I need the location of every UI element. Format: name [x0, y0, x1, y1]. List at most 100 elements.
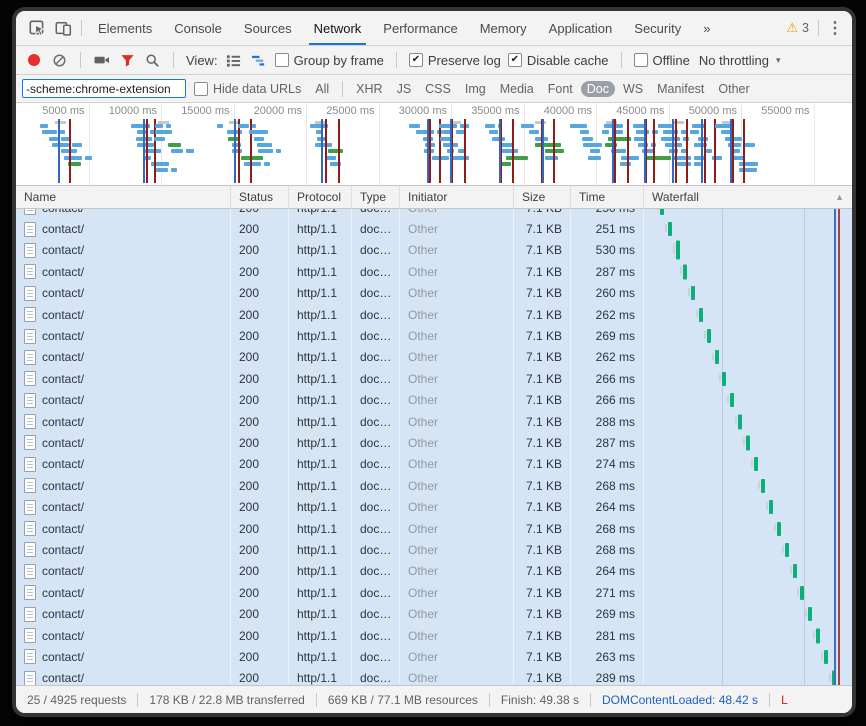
column-header-protocol[interactable]: Protocol: [289, 186, 352, 208]
protocol-cell: http/1.1: [289, 603, 352, 624]
table-row[interactable]: contact/ 200 http/1.1 doc… Other 7.1 KB …: [16, 432, 852, 453]
overview-request-bar: [489, 130, 498, 134]
column-header-name[interactable]: Name: [16, 186, 231, 208]
device-toolbar-icon[interactable]: [50, 15, 76, 41]
table-row[interactable]: contact/ 200 http/1.1 doc… Other 7.1 KB …: [16, 625, 852, 646]
table-row[interactable]: contact/ 200 http/1.1 doc… Other 7.1 KB …: [16, 668, 852, 685]
waterfall-cell: [644, 454, 852, 475]
group-by-frame-checkbox[interactable]: Group by frame: [275, 53, 384, 68]
filter-type-xhr[interactable]: XHR: [350, 81, 388, 97]
warning-badge[interactable]: ⚠ 3: [782, 20, 813, 36]
overview-request-bar: [42, 130, 57, 134]
table-row[interactable]: contact/ 200 http/1.1 doc… Other 7.1 KB …: [16, 304, 852, 325]
overview-request-bar: [694, 156, 705, 160]
protocol-cell: http/1.1: [289, 582, 352, 603]
table-row[interactable]: contact/ 200 http/1.1 doc… Other 7.1 KB …: [16, 283, 852, 304]
time-cell: 289 ms: [571, 668, 644, 685]
record-button[interactable]: [25, 51, 43, 69]
table-row[interactable]: contact/ 200 http/1.1 doc… Other 7.1 KB …: [16, 347, 852, 368]
filter-type-font[interactable]: Font: [542, 81, 579, 97]
table-row[interactable]: contact/ 200 http/1.1 doc… Other 7.1 KB …: [16, 368, 852, 389]
protocol-cell: http/1.1: [289, 347, 352, 368]
column-header-waterfall[interactable]: Waterfall▲: [644, 186, 852, 208]
type-cell: doc…: [352, 240, 400, 261]
table-row[interactable]: contact/ 200 http/1.1 doc… Other 7.1 KB …: [16, 218, 852, 239]
table-row[interactable]: contact/ 200 http/1.1 doc… Other 7.1 KB …: [16, 539, 852, 560]
tab-more[interactable]: »: [692, 12, 721, 45]
search-icon[interactable]: [143, 51, 161, 69]
table-row[interactable]: contact/ 200 http/1.1 doc… Other 7.1 KB …: [16, 496, 852, 517]
filter-type-doc[interactable]: Doc: [581, 81, 615, 97]
time-cell: 274 ms: [571, 454, 644, 475]
tab-console[interactable]: Console: [163, 12, 233, 45]
tab-network[interactable]: Network: [303, 12, 373, 45]
table-row[interactable]: contact/ 200 http/1.1 doc… Other 7.1 KB …: [16, 603, 852, 624]
offline-checkbox[interactable]: Offline: [634, 53, 690, 68]
table-row[interactable]: contact/ 200 http/1.1 doc… Other 7.1 KB …: [16, 454, 852, 475]
tab-extras: ⚠ 3 ⋮: [782, 18, 852, 38]
filter-type-ws[interactable]: WS: [617, 81, 649, 97]
protocol-cell: http/1.1: [289, 475, 352, 496]
table-row[interactable]: contact/ 200 http/1.1 doc… Other 7.1 KB …: [16, 475, 852, 496]
disable-cache-checkbox[interactable]: ✔ Disable cache: [508, 53, 609, 68]
list-view-icon[interactable]: [225, 51, 243, 69]
checkbox-unchecked-icon: [275, 53, 289, 67]
protocol-cell: http/1.1: [289, 411, 352, 432]
waterfall-view-icon[interactable]: [250, 51, 268, 69]
filter-type-all[interactable]: All: [309, 81, 335, 97]
filter-icon[interactable]: [118, 51, 136, 69]
column-header-time[interactable]: Time: [571, 186, 644, 208]
table-row[interactable]: contact/ 200 http/1.1 doc… Other 7.1 KB …: [16, 646, 852, 667]
tab-security[interactable]: Security: [623, 12, 692, 45]
tab-application[interactable]: Application: [538, 12, 624, 45]
name-cell: contact/: [16, 603, 231, 624]
filter-type-img[interactable]: Img: [459, 81, 492, 97]
throttling-select[interactable]: No throttling ▾: [699, 53, 781, 68]
tab-elements[interactable]: Elements: [87, 12, 163, 45]
type-cell: doc…: [352, 518, 400, 539]
table-row[interactable]: contact/ 200 http/1.1 doc… Other 7.1 KB …: [16, 325, 852, 346]
filter-type-media[interactable]: Media: [494, 81, 540, 97]
table-row[interactable]: contact/ 200 http/1.1 doc… Other 7.1 KB …: [16, 582, 852, 603]
column-header-initiator[interactable]: Initiator: [400, 186, 514, 208]
size-cell: 7.1 KB: [514, 668, 571, 685]
request-name: contact/: [42, 329, 84, 343]
column-header-status[interactable]: Status: [231, 186, 289, 208]
initiator-cell: Other: [400, 304, 514, 325]
filter-type-other[interactable]: Other: [712, 81, 755, 97]
screenshot-camera-icon[interactable]: [93, 51, 111, 69]
filter-type-js[interactable]: JS: [391, 81, 418, 97]
overview-frame-dash: [55, 121, 66, 124]
table-row[interactable]: contact/ 200 http/1.1 doc… Other 7.1 KB …: [16, 561, 852, 582]
table-row[interactable]: contact/ 200 http/1.1 doc… Other 7.1 KB …: [16, 518, 852, 539]
overview-request-bar: [636, 130, 649, 134]
warning-icon: ⚠: [786, 20, 798, 36]
preserve-log-checkbox[interactable]: ✔ Preserve log: [409, 53, 501, 68]
clear-button[interactable]: [50, 51, 68, 69]
table-row[interactable]: contact/ 200 http/1.1 doc… Other 7.1 KB …: [16, 240, 852, 261]
column-header-size[interactable]: Size: [514, 186, 571, 208]
table-row[interactable]: contact/ 200 http/1.1 doc… Other 7.1 KB …: [16, 261, 852, 282]
tab-sources[interactable]: Sources: [233, 12, 303, 45]
request-name: contact/: [42, 436, 84, 450]
size-cell: 7.1 KB: [514, 325, 571, 346]
filter-input[interactable]: [22, 79, 186, 98]
hide-data-urls-checkbox[interactable]: Hide data URLs: [194, 82, 301, 96]
filter-type-css[interactable]: CSS: [419, 81, 457, 97]
column-header-type[interactable]: Type: [352, 186, 400, 208]
timeline-overview[interactable]: 5000 ms10000 ms15000 ms20000 ms25000 ms3…: [16, 103, 852, 186]
filter-type-manifest[interactable]: Manifest: [651, 81, 710, 97]
size-cell: 7.1 KB: [514, 454, 571, 475]
tab-performance[interactable]: Performance: [372, 12, 468, 45]
overview-request-bar: [186, 149, 194, 153]
type-cell: doc…: [352, 603, 400, 624]
overview-request-bar: [171, 149, 183, 153]
kebab-menu-icon[interactable]: ⋮: [824, 18, 846, 38]
document-icon: [24, 329, 36, 344]
inspect-element-icon[interactable]: [24, 15, 50, 41]
table-row[interactable]: contact/ 200 http/1.1 doc… Other 7.1 KB …: [16, 411, 852, 432]
table-row[interactable]: contact/ 200 http/1.1 doc… Other 7.1 KB …: [16, 209, 852, 218]
checkbox-unchecked-icon: [194, 82, 208, 96]
table-row[interactable]: contact/ 200 http/1.1 doc… Other 7.1 KB …: [16, 390, 852, 411]
tab-memory[interactable]: Memory: [469, 12, 538, 45]
